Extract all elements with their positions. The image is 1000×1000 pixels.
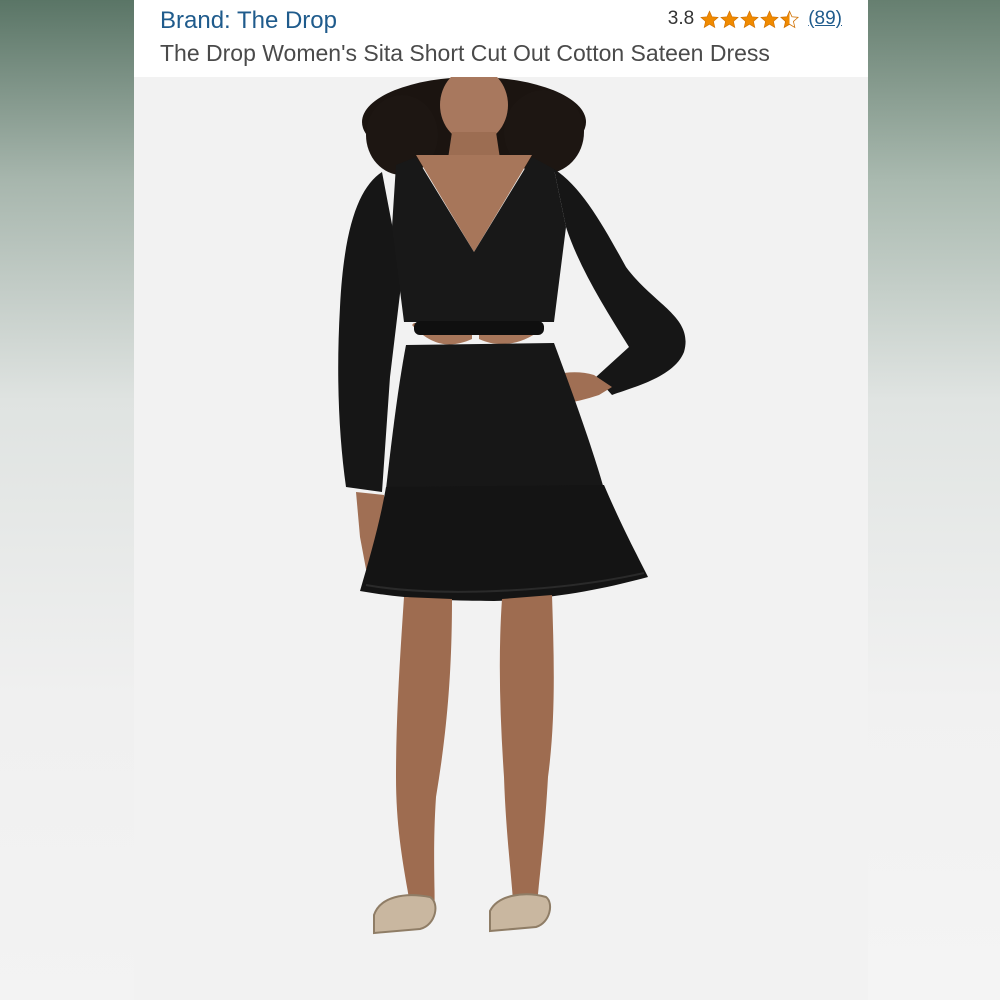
- star-rating[interactable]: [700, 9, 800, 29]
- star-icon: [740, 9, 760, 28]
- right-background: [868, 0, 1000, 1000]
- star-icon: [760, 9, 780, 28]
- rating-summary[interactable]: 3.8 (89): [668, 7, 842, 31]
- product-title: The Drop Women's Sita Short Cut Out Cott…: [160, 40, 770, 66]
- star-icon: [700, 9, 720, 28]
- review-count-link[interactable]: (89): [808, 8, 842, 30]
- brand-link[interactable]: Brand: The Drop: [160, 7, 337, 35]
- product-card: Brand: The Drop 3.8 (89) The Drop Women'…: [134, 0, 868, 1000]
- star-icon: [720, 9, 740, 28]
- product-image[interactable]: [134, 77, 868, 1000]
- product-header: Brand: The Drop 3.8 (89) The Drop Women'…: [134, 0, 868, 77]
- left-background: [0, 0, 134, 1000]
- rating-value: 3.8: [667, 8, 695, 29]
- half-star-icon: [780, 9, 800, 28]
